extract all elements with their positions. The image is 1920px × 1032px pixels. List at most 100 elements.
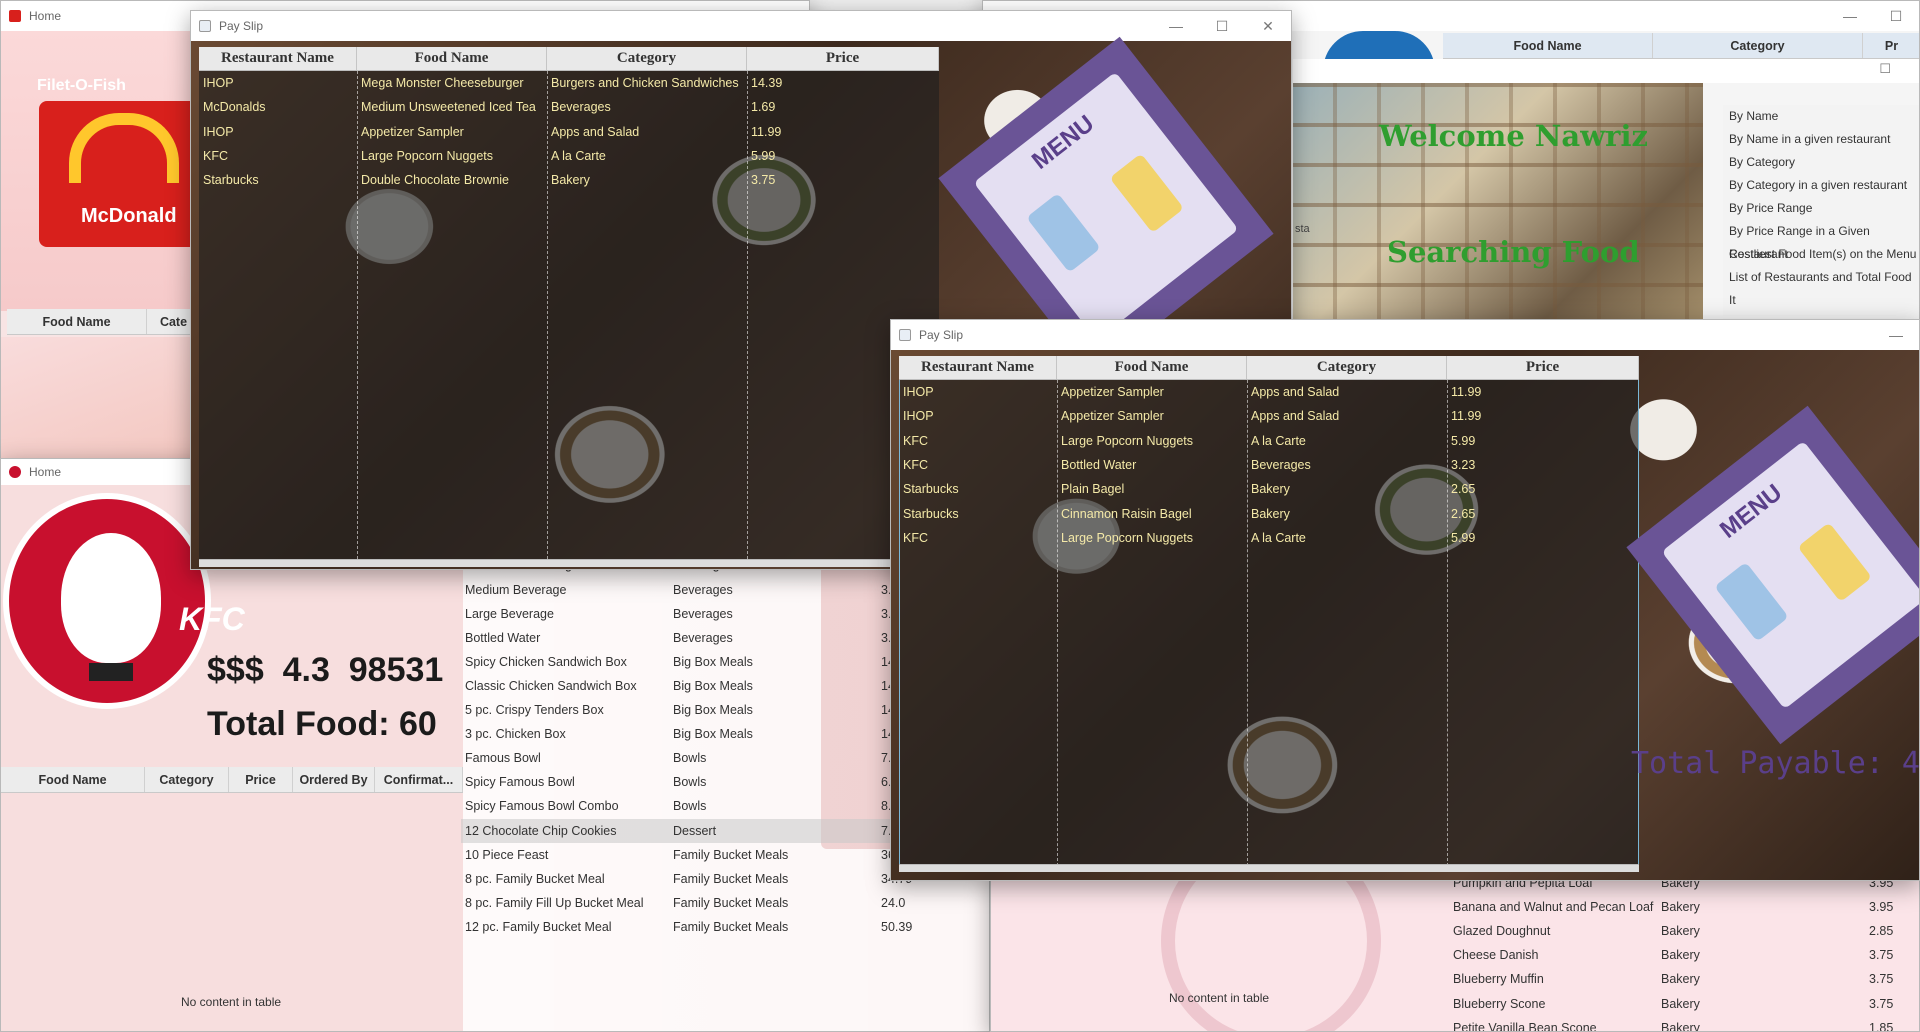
horizontal-scrollbar[interactable] bbox=[899, 864, 1639, 872]
cell-restaurant: IHOP bbox=[903, 409, 934, 424]
cell-category: Beverages bbox=[673, 630, 733, 645]
cell-category: A la Carte bbox=[1251, 530, 1306, 545]
cell-food-name: 8 pc. Family Bucket Meal bbox=[465, 871, 605, 886]
cell-food-name: Cheese Danish bbox=[1453, 948, 1539, 963]
maximize-icon[interactable]: ☐ bbox=[1199, 11, 1245, 41]
cell-price: 1.69 bbox=[751, 100, 776, 115]
col-header-confirmation[interactable]: Confirmat... bbox=[375, 767, 463, 792]
search-options-list: By Name By Name in a given restaurant By… bbox=[1723, 105, 1919, 321]
col-header-category[interactable]: Category bbox=[145, 767, 229, 792]
payslip-row[interactable]: KFC Bottled Water Beverages 3.23 bbox=[899, 453, 1639, 477]
cell-food-name: 12 Chocolate Chip Cookies bbox=[465, 823, 617, 838]
title-bar: Pay Slip — bbox=[891, 320, 1919, 350]
cell-category: A la Carte bbox=[1251, 433, 1306, 448]
col-header-food-name[interactable]: Food Name bbox=[1057, 356, 1247, 379]
col-header-food-name[interactable]: Food Name bbox=[357, 47, 547, 70]
list-item[interactable]: Banana and Walnut and Pecan Loaf Bakery 3.… bbox=[1449, 895, 1919, 919]
minimize-icon[interactable]: — bbox=[1873, 320, 1919, 350]
cell-price: 5.99 bbox=[1451, 433, 1476, 448]
minimize-icon[interactable]: — bbox=[1153, 11, 1199, 41]
cell-food-name: 5 pc. Crispy Tenders Box bbox=[465, 703, 604, 717]
colonel-bowtie-icon bbox=[89, 663, 133, 681]
cell-price: 5.99 bbox=[1451, 530, 1476, 545]
col-header-ordered-by[interactable]: Ordered By bbox=[293, 767, 375, 792]
list-item[interactable]: 8 pc. Family Fill Up Bucket Meal Family B… bbox=[461, 891, 987, 915]
col-header-food-name[interactable]: Food Name bbox=[1, 767, 145, 792]
payslip-row[interactable]: Starbucks Cinnamon Raisin Bagel Bakery 2.65 bbox=[899, 502, 1639, 526]
col-header-category[interactable]: Category bbox=[1653, 33, 1863, 58]
cell-category: Apps and Salad bbox=[1251, 385, 1340, 399]
total-payable: Total Payable: 4 bbox=[1631, 746, 1920, 781]
col-header-food-name[interactable]: Food Name bbox=[7, 309, 147, 334]
cell-category: Bakery bbox=[1661, 996, 1700, 1011]
payslip-row[interactable]: IHOP Appetizer Sampler Apps and Salad 11.99 bbox=[199, 120, 939, 144]
list-item[interactable]: 12 pc. Family Bucket Meal Family Bucket M… bbox=[461, 915, 987, 939]
payslip-row[interactable]: KFC Large Popcorn Nuggets A la Carte 5.99 bbox=[899, 526, 1639, 550]
cell-category: Beverages bbox=[551, 100, 611, 115]
list-item[interactable]: Petite Vanilla Bean Scone Bakery 1.85 bbox=[1449, 1016, 1919, 1032]
payslip-row[interactable]: IHOP Appetizer Sampler Apps and Salad 11.99 bbox=[899, 404, 1639, 428]
menu-card-title: MENU bbox=[1026, 110, 1100, 175]
col-header-food-name[interactable]: Food Name bbox=[1443, 33, 1653, 58]
col-header-price[interactable]: Price bbox=[1447, 356, 1639, 379]
search-table-header: Food Name Category Pr bbox=[1443, 33, 1919, 59]
drink-icon bbox=[1714, 561, 1789, 642]
payslip-table-header: Restaurant Name Food Name Category Price bbox=[199, 47, 939, 71]
cell-food-name: Appetizer Sampler bbox=[1061, 409, 1164, 424]
drink-icon bbox=[1026, 192, 1101, 273]
menu-item-by-name[interactable]: By Name bbox=[1723, 105, 1919, 128]
cell-price: 3.75 bbox=[1869, 948, 1894, 963]
cell-category: Bakery bbox=[1661, 924, 1700, 939]
cell-category: Family Bucket Meals bbox=[673, 895, 789, 910]
cell-food-name: Mega Monster Cheeseburger bbox=[361, 76, 524, 90]
cell-restaurant: KFC bbox=[903, 530, 928, 545]
menu-item-costliest[interactable]: Costliest Food Item(s) on the Menu bbox=[1723, 243, 1919, 266]
app-icon bbox=[899, 329, 911, 341]
col-header-restaurant[interactable]: Restaurant Name bbox=[899, 356, 1057, 379]
horizontal-scrollbar[interactable] bbox=[199, 559, 939, 567]
col-header-restaurant[interactable]: Restaurant Name bbox=[199, 47, 357, 70]
minimize-icon[interactable]: — bbox=[1827, 1, 1873, 31]
menu-item-list-restaurants[interactable]: List of Restaurants and Total Food It bbox=[1723, 266, 1919, 307]
payslip-row[interactable]: Starbucks Double Chocolate Brownie Bakery 3… bbox=[199, 168, 939, 192]
col-header-category[interactable]: Category bbox=[1247, 356, 1447, 379]
close-icon[interactable]: ✕ bbox=[1245, 11, 1291, 41]
cell-restaurant: Starbucks bbox=[903, 506, 959, 521]
payslip-row[interactable]: KFC Large Popcorn Nuggets A la Carte 5.99 bbox=[199, 144, 939, 168]
col-header-price[interactable]: Price bbox=[229, 767, 293, 792]
payslip-row[interactable]: Starbucks Plain Bagel Bakery 2.65 bbox=[899, 477, 1639, 501]
cell-restaurant: IHOP bbox=[203, 124, 234, 139]
menu-item-by-price-range[interactable]: By Price Range bbox=[1723, 197, 1919, 220]
list-item[interactable]: Blueberry Scone Bakery 3.75 bbox=[1449, 992, 1919, 1016]
payslip-row[interactable]: KFC Large Popcorn Nuggets A la Carte 5.99 bbox=[899, 429, 1639, 453]
cell-restaurant: IHOP bbox=[203, 76, 234, 90]
menu-card-title: MENU bbox=[1714, 479, 1788, 544]
cell-price: 1.85 bbox=[1869, 1020, 1894, 1032]
maximize-icon[interactable]: ☐ bbox=[1873, 1, 1919, 31]
window-title: Pay Slip bbox=[919, 328, 964, 342]
cell-food-name: Large Beverage bbox=[465, 606, 554, 621]
menu-item-by-name-restaurant[interactable]: By Name in a given restaurant bbox=[1723, 128, 1919, 151]
title-bar: Pay Slip — ☐ ✕ bbox=[191, 11, 1291, 41]
col-header-price[interactable]: Pr bbox=[1863, 33, 1919, 58]
list-item[interactable]: Glazed Doughnut Bakery 2.85 bbox=[1449, 919, 1919, 943]
window-title: Home bbox=[29, 9, 62, 23]
cell-category: Bakery bbox=[1661, 900, 1700, 915]
list-item[interactable]: Cheese Danish Bakery 3.75 bbox=[1449, 943, 1919, 967]
menu-item-by-price-range-restaurant[interactable]: By Price Range in a Given Restaurant bbox=[1723, 220, 1919, 261]
cell-food-name: 10 Piece Feast bbox=[465, 847, 549, 862]
col-header-category[interactable]: Category bbox=[547, 47, 747, 70]
cell-food-name: Medium Beverage bbox=[465, 582, 567, 597]
list-item[interactable]: Blueberry Muffin Bakery 3.75 bbox=[1449, 967, 1919, 991]
maximize-icon[interactable]: ☐ bbox=[1879, 61, 1891, 77]
cell-restaurant: IHOP bbox=[903, 385, 934, 399]
payslip-row[interactable]: IHOP Mega Monster Cheeseburger Burgers and… bbox=[199, 71, 939, 95]
payslip-row[interactable]: McDonalds Medium Unsweetened Iced Tea Beve… bbox=[199, 95, 939, 119]
cell-restaurant: Starbucks bbox=[903, 482, 959, 497]
kfc-logo-text: KFC bbox=[179, 601, 245, 637]
menu-item-by-category[interactable]: By Category bbox=[1723, 151, 1919, 174]
payslip-row[interactable]: IHOP Appetizer Sampler Apps and Salad 11.99 bbox=[899, 380, 1639, 404]
menu-item-by-category-restaurant[interactable]: By Category in a given restaurant bbox=[1723, 174, 1919, 197]
cell-food-name: Blueberry Scone bbox=[1453, 996, 1546, 1011]
col-header-price[interactable]: Price bbox=[747, 47, 939, 70]
